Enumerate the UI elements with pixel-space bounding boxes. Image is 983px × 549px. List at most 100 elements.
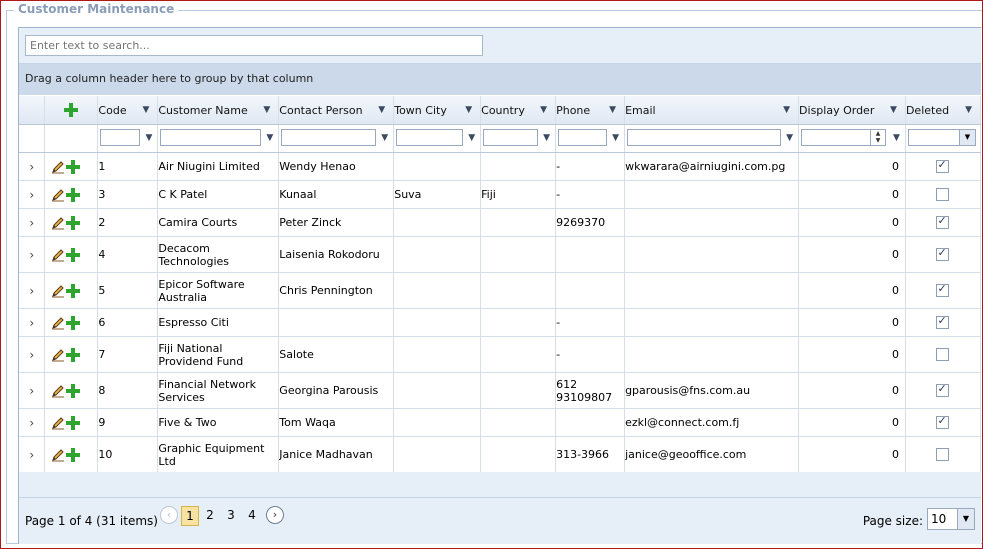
chevron-right-icon[interactable]: › (29, 316, 34, 330)
expand-row-button[interactable]: › (19, 236, 46, 273)
page-button-2[interactable]: 2 (202, 506, 218, 524)
plus-icon[interactable] (65, 247, 81, 263)
table-row[interactable]: › 3 C K Patel Kunaal Suva Fiji - 0 (19, 180, 982, 209)
expand-row-button[interactable]: › (19, 308, 46, 337)
plus-icon[interactable] (65, 415, 81, 431)
filter-icon[interactable]: ▼ (609, 105, 616, 115)
pencil-icon[interactable] (51, 188, 65, 202)
plus-icon[interactable] (63, 102, 79, 118)
header-display-order[interactable]: Display Order ▼ (798, 96, 906, 125)
prev-page-button[interactable]: ‹ (160, 506, 178, 524)
plus-icon[interactable] (65, 383, 81, 399)
deleted-checkbox[interactable] (936, 414, 950, 430)
header-add[interactable] (44, 96, 99, 125)
deleted-checkbox[interactable] (936, 214, 950, 230)
expand-row-button[interactable]: › (19, 372, 46, 409)
pencil-icon[interactable] (51, 316, 65, 330)
page-button-4[interactable]: 4 (244, 506, 260, 524)
deleted-checkbox[interactable] (936, 188, 950, 202)
deleted-checkbox[interactable] (936, 282, 950, 298)
table-row[interactable]: › 10 Graphic Equipment Ltd Janice Madhavan 3… (19, 436, 982, 473)
filter-input-town-city[interactable] (396, 129, 464, 146)
chevron-right-icon[interactable]: › (29, 348, 34, 362)
expand-row-button[interactable]: › (19, 408, 46, 437)
plus-icon[interactable] (65, 283, 81, 299)
chevron-right-icon[interactable]: › (29, 216, 34, 230)
filter-icon[interactable]: ▼ (266, 133, 273, 143)
table-row[interactable]: › 8 Financial Network Services Georgina Par… (19, 372, 982, 409)
filter-icon[interactable]: ▼ (378, 105, 385, 115)
plus-icon[interactable] (65, 447, 81, 463)
deleted-checkbox[interactable] (936, 348, 950, 362)
group-panel[interactable]: Drag a column header here to group by th… (19, 64, 981, 95)
pencil-icon[interactable] (51, 160, 65, 174)
expand-row-button[interactable]: › (19, 152, 46, 181)
filter-icon[interactable]: ▼ (893, 133, 900, 143)
filter-icon[interactable]: ▼ (468, 133, 475, 143)
chevron-right-icon[interactable]: › (29, 160, 34, 174)
search-input[interactable] (25, 35, 483, 56)
header-customer-name[interactable]: Customer Name ▼ (157, 96, 280, 125)
filter-icon[interactable]: ▼ (890, 105, 897, 115)
pencil-icon[interactable] (51, 416, 65, 430)
table-row[interactable]: › 4 Decacom Technologies Laisenia Rokodoru 0 (19, 236, 982, 273)
page-button-1[interactable]: 1 (181, 506, 199, 526)
filter-icon[interactable]: ▼ (142, 105, 149, 115)
spin-buttons[interactable]: ▲ ▼ (870, 130, 885, 145)
plus-icon[interactable] (65, 159, 81, 175)
filter-icon[interactable]: ▼ (783, 105, 790, 115)
filter-input-phone[interactable] (558, 129, 608, 146)
header-phone[interactable]: Phone ▼ (555, 96, 626, 125)
page-size-select[interactable]: 10 ▼ (927, 508, 975, 530)
table-row[interactable]: › 2 Camira Courts Peter Zinck 9269370 0 (19, 208, 982, 237)
deleted-checkbox[interactable] (936, 382, 950, 398)
chevron-right-icon[interactable]: › (29, 384, 34, 398)
filter-icon[interactable]: ▼ (263, 105, 270, 115)
filter-icon[interactable]: ▼ (540, 105, 547, 115)
pencil-icon[interactable] (51, 248, 65, 262)
filter-input-contact-person[interactable] (281, 129, 377, 146)
filter-input-country[interactable] (483, 129, 539, 146)
filter-icon[interactable]: ▼ (543, 133, 550, 143)
filter-icon[interactable]: ▼ (381, 133, 388, 143)
plus-icon[interactable] (65, 187, 81, 203)
pencil-icon[interactable] (51, 348, 65, 362)
pencil-icon[interactable] (51, 448, 65, 462)
filter-input-code[interactable] (100, 129, 141, 146)
expand-row-button[interactable]: › (19, 272, 46, 309)
pencil-icon[interactable] (51, 216, 65, 230)
table-row[interactable]: › 7 Fiji National Providend Fund Salote - 0 (19, 336, 982, 373)
table-row[interactable]: › 5 Epicor Software Australia Chris Penning… (19, 272, 982, 309)
deleted-checkbox[interactable] (936, 448, 950, 462)
header-deleted[interactable]: Deleted ▼ (905, 96, 982, 125)
deleted-checkbox[interactable] (936, 246, 950, 262)
chevron-right-icon[interactable]: › (29, 188, 34, 202)
plus-icon[interactable] (65, 215, 81, 231)
header-country[interactable]: Country ▼ (480, 96, 557, 125)
plus-icon[interactable] (65, 315, 81, 331)
filter-icon[interactable]: ▼ (145, 133, 152, 143)
filter-icon[interactable]: ▼ (786, 133, 793, 143)
filter-icon[interactable]: ▼ (965, 105, 972, 115)
filter-input-email[interactable] (627, 129, 782, 146)
next-page-button[interactable]: › (266, 506, 284, 524)
expand-row-button[interactable]: › (19, 180, 46, 209)
page-button-3[interactable]: 3 (223, 506, 239, 524)
filter-input-customer-name[interactable] (160, 129, 262, 146)
filter-icon[interactable]: ▼ (465, 105, 472, 115)
chevron-right-icon[interactable]: › (29, 448, 34, 462)
header-contact-person[interactable]: Contact Person ▼ (278, 96, 395, 125)
expand-row-button[interactable]: › (19, 436, 46, 473)
chevron-down-icon[interactable]: ▼ (957, 509, 974, 529)
table-row[interactable]: › 1 Air Niugini Limited Wendy Henao - wkwarar… (19, 152, 982, 181)
deleted-checkbox[interactable] (936, 314, 950, 330)
header-code[interactable]: Code ▼ (97, 96, 159, 125)
filter-icon[interactable]: ▼ (612, 133, 619, 143)
pencil-icon[interactable] (51, 384, 65, 398)
header-town-city[interactable]: Town City ▼ (393, 96, 482, 125)
pencil-icon[interactable] (51, 284, 65, 298)
expand-row-button[interactable]: › (19, 208, 46, 237)
header-email[interactable]: Email ▼ (624, 96, 800, 125)
chevron-right-icon[interactable]: › (29, 284, 34, 298)
chevron-right-icon[interactable]: › (29, 248, 34, 262)
